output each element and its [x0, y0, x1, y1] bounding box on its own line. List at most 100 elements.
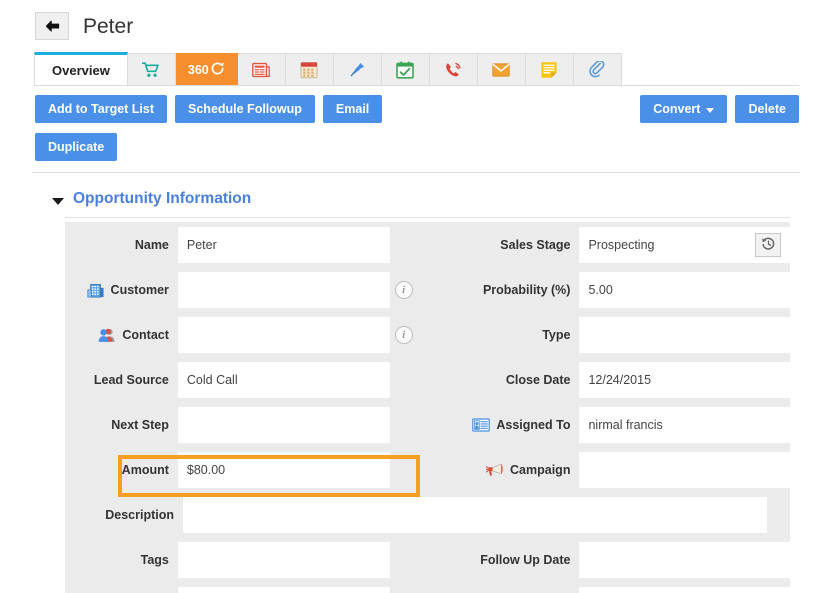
form-row: Description [65, 492, 790, 537]
page-header: Peter [35, 12, 133, 40]
envelope-icon [492, 61, 510, 79]
field-input-close-date[interactable]: 12/24/2015 [579, 361, 790, 398]
field-input-description[interactable] [183, 496, 767, 533]
field-label-description: Description [105, 507, 174, 522]
form-row: Name Peter Sales Stage Prospecting [65, 222, 790, 267]
field-label-type: Type [542, 327, 571, 342]
field-input-sales-stage[interactable]: Prospecting [579, 226, 790, 263]
field-label-partial [65, 582, 178, 593]
field-label-assigned-to-text: Assigned To [496, 417, 571, 432]
megaphone-icon [486, 461, 504, 479]
field-input-partial-right[interactable] [579, 586, 790, 593]
content-divider [32, 172, 800, 173]
section-divider [65, 217, 790, 218]
tab-tasks[interactable] [381, 53, 430, 86]
field-label-lead-source: Lead Source [93, 372, 169, 387]
contacts-icon [98, 326, 116, 344]
history-icon [761, 236, 776, 254]
back-button[interactable] [35, 12, 69, 40]
field-input-name[interactable]: Peter [177, 226, 391, 263]
convert-button[interactable]: Convert [640, 95, 728, 123]
tab-pin[interactable] [333, 53, 382, 86]
form-row-partial [65, 582, 790, 593]
field-input-assigned-to[interactable]: nirmal francis [579, 406, 790, 443]
form-row: Contact i Type [65, 312, 790, 357]
field-input-follow-up-date[interactable] [579, 541, 790, 578]
section-toggle-opportunity-information[interactable]: Opportunity Information [52, 190, 251, 208]
form-row: Tags Follow Up Date [65, 537, 790, 582]
field-label-probability: Probability (%) [482, 282, 571, 297]
tab-bar-underline [34, 85, 799, 86]
tab-cart[interactable] [127, 53, 176, 86]
tab-overview[interactable]: Overview [34, 52, 128, 86]
field-input-next-step[interactable] [177, 406, 391, 443]
calendar-icon [300, 61, 318, 79]
field-input-amount[interactable]: $80.00 [177, 451, 391, 488]
field-input-partial[interactable] [177, 586, 391, 593]
tab-calls[interactable] [429, 53, 478, 86]
field-input-contact[interactable] [177, 316, 391, 353]
chevron-down-icon [52, 197, 64, 205]
pushpin-icon [348, 61, 366, 79]
shopping-cart-icon [142, 61, 160, 79]
field-label-tags: Tags [140, 552, 169, 567]
field-label-contact: Contact [65, 312, 178, 357]
opportunity-information-panel: Name Peter Sales Stage Prospecting Custo… [65, 222, 790, 593]
field-input-customer[interactable] [177, 271, 391, 308]
field-label-follow-up-date: Follow Up Date [480, 552, 571, 567]
tab-files[interactable] [573, 53, 622, 86]
field-input-type[interactable] [579, 316, 790, 353]
sales-stage-value: Prospecting [588, 237, 655, 252]
section-title: Opportunity Information [73, 190, 252, 207]
tab-360-label: 360 [188, 61, 225, 79]
field-label-customer-text: Customer [110, 282, 169, 297]
field-input-probability[interactable]: 5.00 [579, 271, 790, 308]
add-to-target-list-button[interactable]: Add to Target List [35, 95, 168, 123]
duplicate-button[interactable]: Duplicate [35, 133, 118, 161]
customer-info-icon[interactable]: i [394, 280, 413, 299]
form-row: Next Step Assigned To nirmal francis [65, 402, 790, 447]
field-label-name: Name [134, 237, 169, 252]
field-input-lead-source[interactable]: Cold Call [177, 361, 391, 398]
form-row: Lead Source Cold Call Close Date 12/24/2… [65, 357, 790, 402]
field-label-next-step: Next Step [111, 417, 169, 432]
schedule-followup-button[interactable]: Schedule Followup [175, 95, 315, 123]
field-label-amount: Amount [121, 462, 169, 477]
arrow-left-icon [45, 20, 60, 33]
field-label-contact-text: Contact [122, 327, 169, 342]
form-row: Amount $80.00 Campaign [65, 447, 790, 492]
newspaper-icon [252, 61, 271, 79]
tab-360[interactable]: 360 [175, 53, 238, 86]
field-label-partial-right [417, 582, 579, 593]
tab-bar: Overview 360 [34, 52, 622, 86]
field-input-tags[interactable] [177, 541, 391, 578]
contact-info-icon[interactable]: i [394, 325, 413, 344]
chevron-down-icon [706, 107, 715, 113]
tab-emails[interactable] [477, 53, 526, 86]
field-label-customer: Customer [65, 267, 178, 312]
field-label-assigned-to: Assigned To [417, 402, 579, 447]
convert-button-label: Convert [653, 102, 701, 116]
tab-notes[interactable] [525, 53, 574, 86]
field-label-close-date: Close Date [505, 372, 571, 387]
tab-calendar[interactable] [285, 53, 334, 86]
refresh-360-icon [210, 61, 225, 79]
email-button[interactable]: Email [322, 95, 383, 123]
calendar-check-icon [396, 61, 415, 79]
paperclip-icon [588, 60, 606, 79]
phone-icon [444, 61, 462, 79]
field-input-campaign[interactable] [579, 451, 790, 488]
primary-actions: Add to Target List Schedule Followup Ema… [35, 95, 383, 123]
field-label-campaign: Campaign [417, 447, 579, 492]
field-label-sales-stage: Sales Stage [500, 237, 571, 252]
record-actions: Convert Delete [640, 95, 799, 123]
delete-button[interactable]: Delete [735, 95, 799, 123]
sales-stage-history-button[interactable] [755, 232, 781, 257]
note-icon [540, 61, 558, 79]
tab-news[interactable] [237, 53, 286, 86]
